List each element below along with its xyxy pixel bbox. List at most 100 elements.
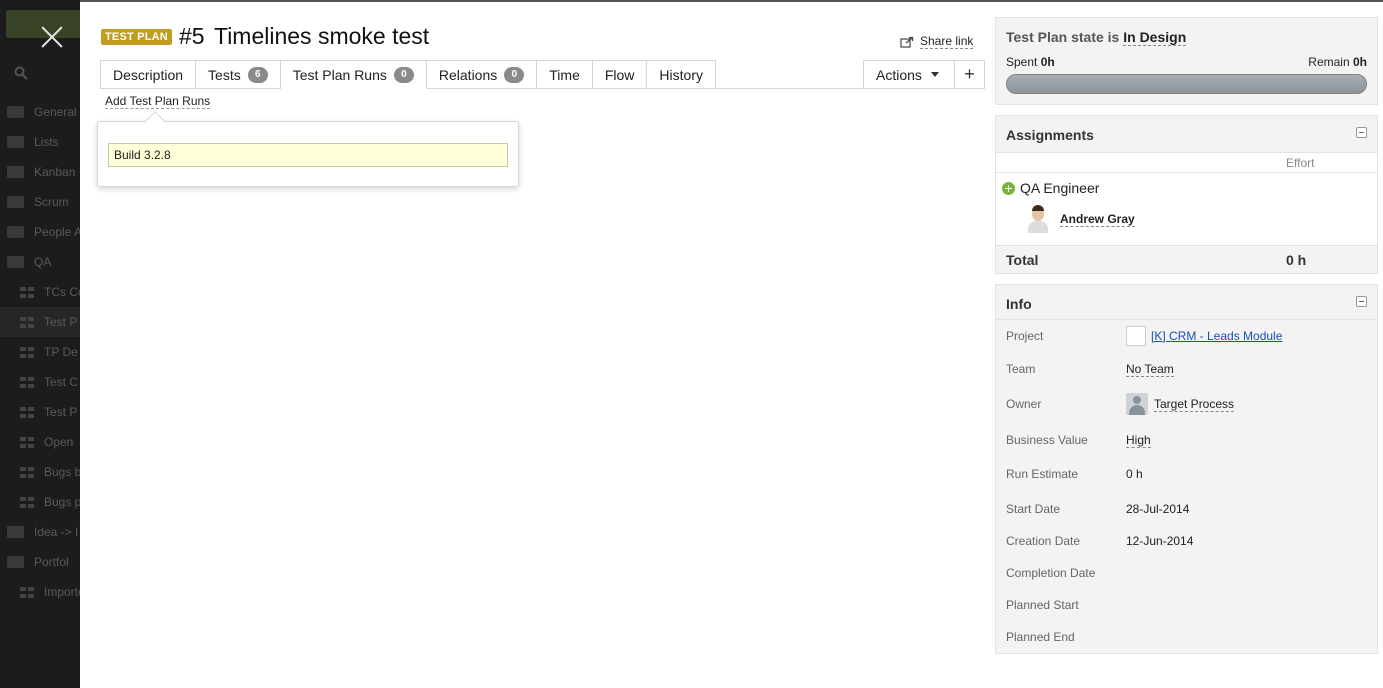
collapse-icon[interactable] (1356, 127, 1367, 138)
tab-tests[interactable]: Tests 6 (196, 60, 281, 89)
role-name: QA Engineer (1020, 180, 1100, 196)
field-label: Owner (1006, 397, 1042, 411)
field-label: Planned End (1006, 630, 1075, 644)
close-icon[interactable] (38, 24, 66, 52)
sidebar-item[interactable]: General (0, 97, 80, 127)
add-assignment-icon[interactable] (1002, 181, 1015, 195)
info-row-creation-date: Creation Date 12-Jun-2014 (996, 531, 1377, 551)
add-button[interactable]: + (955, 60, 985, 89)
search-icon[interactable] (14, 66, 28, 80)
tab-time[interactable]: Time (537, 60, 593, 89)
sidebar-item-label: Test P (44, 315, 78, 329)
caret-down-icon (930, 72, 939, 77)
progress-bar (1006, 74, 1367, 94)
sidebar-item-label: Test P (44, 405, 78, 419)
sidebar-item-label: TCs Co (44, 285, 80, 299)
add-test-plan-runs-link[interactable]: Add Test Plan Runs (105, 94, 211, 109)
sidebar-item[interactable]: People A (0, 217, 80, 247)
field-label: Business Value (1006, 433, 1088, 447)
add-run-popup (97, 111, 519, 187)
folder-icon (7, 226, 24, 238)
field-label: Run Estimate (1006, 467, 1079, 481)
field-label: Team (1006, 362, 1036, 376)
sidebar-item-label: People A (34, 225, 80, 239)
remain-time: Remain 0h (1308, 55, 1367, 69)
view-icon (20, 316, 34, 328)
sidebar-item-label: Importe (44, 585, 80, 599)
view-icon (20, 466, 34, 478)
tab-history[interactable]: History (647, 60, 716, 89)
page-title[interactable]: Timelines smoke test (214, 23, 429, 50)
info-row-planned-start[interactable]: Planned Start (996, 595, 1377, 615)
sidebar-item[interactable]: Lists (0, 127, 80, 157)
view-icon (20, 436, 34, 448)
business-value-value[interactable]: High (1126, 433, 1151, 448)
sidebar-item[interactable]: TP De (0, 337, 80, 367)
sidebar-item[interactable]: Bugs b (0, 457, 80, 487)
top-border (80, 0, 1383, 2)
info-row-planned-end[interactable]: Planned End (996, 627, 1377, 647)
sidebar-item[interactable]: Bugs p (0, 487, 80, 517)
spent-label: Spent (1006, 55, 1038, 69)
share-link-button[interactable]: Share link (900, 34, 974, 49)
field-label: Project (1006, 329, 1044, 343)
sidebar-item[interactable]: Open (0, 427, 80, 457)
total-value: 0 h (1286, 252, 1307, 268)
sidebar-item[interactable]: TCs Co (0, 277, 80, 307)
tab-label: Time (549, 66, 580, 83)
sidebar-item[interactable]: Scrum (0, 187, 80, 217)
tab-relations[interactable]: Relations 0 (426, 60, 538, 89)
tab-description[interactable]: Description (100, 60, 197, 89)
assigned-person: Andrew Gray (1026, 205, 1135, 233)
actions-label: Actions (876, 66, 922, 83)
sidebar-item-label: Bugs p (44, 495, 80, 509)
person-name[interactable]: Andrew Gray (1060, 212, 1135, 227)
creation-date-value: 12-Jun-2014 (1126, 534, 1194, 548)
sidebar-item[interactable]: Idea -> I (0, 517, 80, 547)
sidebar-item[interactable]: Portfol (0, 547, 80, 577)
folder-icon (7, 256, 24, 268)
tab-label: History (659, 66, 703, 83)
remain-label: Remain (1308, 55, 1350, 69)
tab-count-badge: 0 (393, 66, 414, 83)
project-link[interactable]: [K] CRM - Leads Module (1151, 329, 1282, 343)
remain-value: 0h (1352, 55, 1367, 69)
run-name-input[interactable] (108, 143, 508, 167)
assignments-panel: Assignments Effort QA Engineer Andrew Gr… (995, 115, 1378, 274)
total-label: Total (1006, 252, 1039, 268)
tab-test-plan-runs[interactable]: Test Plan Runs 0 (280, 60, 427, 89)
sidebar-item[interactable]: Importe (0, 577, 80, 607)
folder-icon (7, 556, 24, 568)
sidebar-item-label: Scrum (34, 195, 69, 209)
info-row-project: Project [K] CRM - Leads Module (996, 326, 1377, 346)
state-value[interactable]: In Design (1123, 29, 1187, 46)
sidebar-item-label: Test C (44, 375, 79, 389)
assignments-title: Assignments (1006, 127, 1094, 143)
sidebar-item[interactable]: Test C (0, 367, 80, 397)
state-panel: Test Plan state is In Design Spent 0h Re… (995, 17, 1378, 105)
collapse-icon[interactable] (1356, 296, 1367, 307)
tab-label: Flow (604, 66, 635, 83)
popup-arrow (145, 111, 165, 131)
sidebar-item[interactable]: Kanban (0, 157, 80, 187)
divider (996, 172, 1377, 173)
user-icon (1126, 393, 1148, 415)
spent-value: 0h (1040, 55, 1055, 69)
owner-value[interactable]: Target Process (1154, 397, 1235, 412)
sidebar-item-label: Bugs b (44, 465, 80, 479)
info-title: Info (1006, 296, 1032, 312)
sidebar-item[interactable]: Test P (0, 307, 80, 337)
sidebar-item[interactable]: Test P (0, 397, 80, 427)
field-label: Planned Start (1006, 598, 1079, 612)
sidebar-item[interactable]: QA (0, 247, 80, 277)
actions-dropdown[interactable]: Actions (863, 60, 955, 89)
start-date-value[interactable]: 28-Jul-2014 (1126, 502, 1189, 516)
field-label: Completion Date (1006, 566, 1096, 580)
folder-icon (7, 106, 24, 118)
info-row-completion-date: Completion Date (996, 563, 1377, 583)
tab-count-badge: 6 (247, 66, 268, 83)
team-value[interactable]: No Team (1126, 362, 1174, 377)
tab-label: Description (113, 66, 184, 83)
folder-icon (7, 526, 24, 538)
tab-flow[interactable]: Flow (592, 60, 648, 89)
